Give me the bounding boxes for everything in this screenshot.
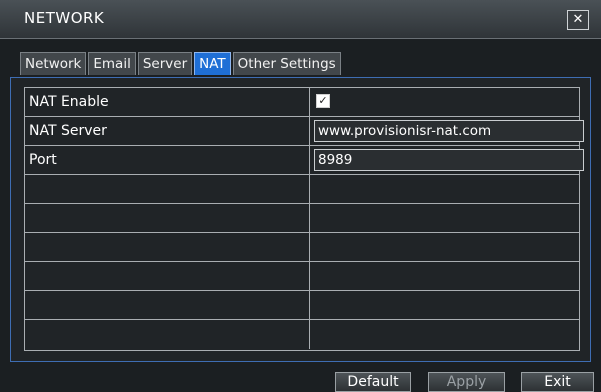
table-row-port: Port 8989: [25, 146, 584, 175]
exit-button[interactable]: Exit: [521, 372, 594, 392]
port-label: Port: [25, 146, 310, 174]
table-row-nat-server: NAT Server www.provisionisr-nat.com: [25, 117, 584, 146]
table-row-empty: [25, 233, 579, 262]
checkmark-icon: ✓: [318, 94, 328, 107]
settings-table: NAT Enable ✓ NAT Server www.provisionisr…: [24, 87, 584, 351]
table-row-empty: [25, 204, 579, 233]
table-row-empty: [25, 175, 579, 204]
tab-bar: Network Email Server NAT Other Settings: [20, 52, 343, 76]
table-row-empty: [25, 320, 579, 349]
table-row-empty: [25, 262, 579, 291]
tab-nat[interactable]: NAT: [194, 52, 231, 75]
nat-enable-checkbox[interactable]: ✓: [316, 94, 330, 108]
table-row-empty: [25, 291, 579, 320]
table-row-nat-enable: NAT Enable ✓: [25, 88, 579, 117]
tab-email[interactable]: Email: [88, 52, 136, 75]
nat-server-input[interactable]: www.provisionisr-nat.com: [314, 120, 584, 142]
default-button[interactable]: Default: [335, 372, 411, 392]
tab-server[interactable]: Server: [137, 52, 193, 75]
tab-other-settings[interactable]: Other Settings: [232, 52, 341, 75]
apply-button[interactable]: Apply: [428, 372, 505, 392]
close-button[interactable]: ✕: [567, 10, 589, 30]
window-title: NETWORK: [24, 9, 105, 27]
nat-enable-label: NAT Enable: [25, 88, 310, 116]
port-input[interactable]: 8989: [314, 149, 584, 171]
tab-network[interactable]: Network: [20, 52, 87, 75]
nat-server-label: NAT Server: [25, 117, 310, 145]
close-icon: ✕: [572, 12, 584, 27]
nat-settings-panel: NAT Enable ✓ NAT Server www.provisionisr…: [10, 77, 591, 362]
title-bar: NETWORK ✕: [0, 0, 601, 39]
